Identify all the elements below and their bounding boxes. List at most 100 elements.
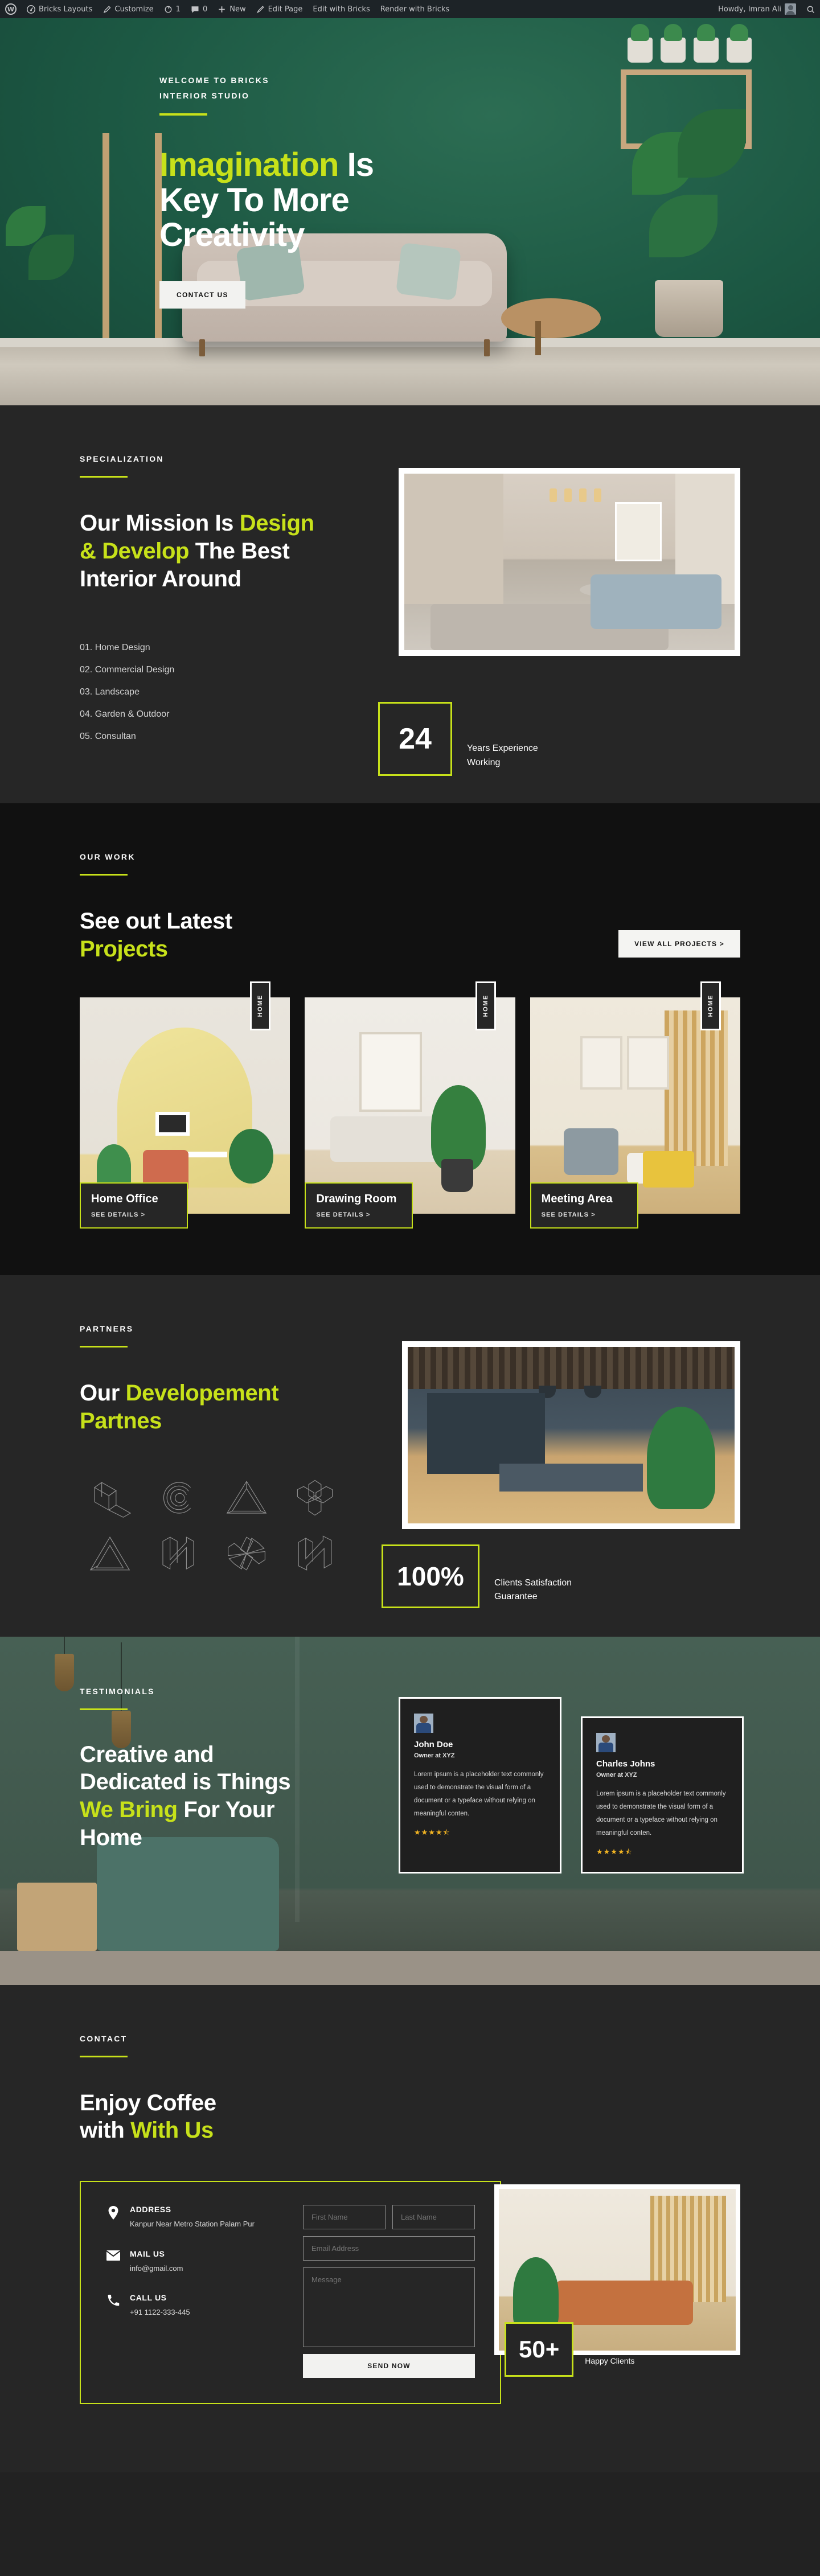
project-label[interactable]: Drawing Room SEE DETAILS >: [305, 1182, 413, 1229]
contact-us-button[interactable]: CONTACT US: [159, 281, 245, 309]
project-see-details-link[interactable]: SEE DETAILS >: [316, 1211, 399, 1218]
admin-bar-edit-with-bricks[interactable]: Edit with Bricks: [308, 0, 375, 18]
list-item[interactable]: 02. Commercial Design: [80, 665, 376, 675]
contact-body: ADDRESS Kanpur Near Metro Station Palam …: [80, 2181, 740, 2405]
hero-left-plant: [0, 195, 85, 343]
mission-eyebrow: SPECIALIZATION: [80, 454, 164, 463]
project-cards: HOME Home Office SEE DETAILS > HOME Draw…: [80, 981, 740, 1229]
admin-bar-bricks-layouts-label: Bricks Layouts: [39, 5, 93, 14]
hex-star-logo: [297, 1480, 333, 1515]
project-see-details-link[interactable]: SEE DETAILS >: [91, 1211, 174, 1218]
hero-heading-line3: Creativity: [159, 216, 305, 254]
years-experience-number: 24: [378, 702, 452, 777]
project-tag-label: HOME: [482, 995, 489, 1017]
admin-bar-render-with-bricks[interactable]: Render with Bricks: [375, 0, 454, 18]
contact-info-call: CALL US +91 1122-333-445: [106, 2293, 277, 2318]
contact-info-mail-label: MAIL US: [130, 2249, 165, 2258]
project-title: Meeting Area: [541, 1192, 613, 1205]
admin-bar-edit-page-label: Edit Page: [268, 5, 303, 14]
mission-media-column: 24 Years Experience Working: [378, 454, 740, 777]
contact-box: ADDRESS Kanpur Near Metro Station Palam …: [80, 2181, 501, 2405]
work-heading-line1: See out Latest: [80, 909, 232, 934]
partners-kitchen-image: [402, 1341, 740, 1529]
send-now-button[interactable]: SEND NOW: [303, 2354, 475, 2378]
contact-form[interactable]: SEND NOW: [303, 2205, 475, 2378]
contact-info-call-label: CALL US: [130, 2293, 167, 2303]
plus-icon: [219, 6, 225, 13]
admin-bar-edit-page[interactable]: Edit Page: [251, 0, 308, 18]
email-input[interactable]: [303, 2236, 475, 2261]
project-card[interactable]: HOME Meeting Area SEE DETAILS >: [530, 981, 740, 1229]
contact-info-call-value[interactable]: +91 1122-333-445: [130, 2307, 190, 2318]
testimonials-heading: Creative and Dedicated is Things We Brin…: [80, 1741, 330, 1852]
testimonial-role: Owner at XYZ: [414, 1752, 455, 1759]
hero-heading: Imagination Is Key To More Creativity: [159, 147, 524, 252]
work-eyebrow: OUR WORK: [80, 852, 136, 862]
avatar: [596, 1732, 616, 1752]
mission-heading-accent2: & Develop: [80, 538, 190, 564]
message-textarea[interactable]: [303, 2267, 475, 2348]
partners-eyebrow: PARTNERS: [80, 1324, 134, 1333]
years-experience-badge: 24 Years Experience Working: [378, 702, 547, 777]
contact-info-mail-value[interactable]: info@gmail.com: [130, 2263, 183, 2274]
hero-heading-rest: Is: [338, 146, 374, 184]
view-all-projects-button[interactable]: VIEW ALL PROJECTS >: [618, 930, 740, 958]
project-tag-label: HOME: [707, 995, 714, 1017]
testimonial-text: Lorem ipsum is a placeholder text common…: [596, 1790, 726, 1837]
iso-n-logo: [162, 1536, 194, 1570]
arrow-loop-logo: [93, 1481, 132, 1518]
project-card[interactable]: HOME Drawing Room SEE DETAILS >: [305, 981, 515, 1229]
specialization-list: 01. Home Design 02. Commercial Design 03…: [80, 643, 376, 742]
envelope-icon: [106, 2249, 121, 2274]
clients-satisfaction-badge: 100% Clients Satisfaction Guarantee: [382, 1544, 574, 1608]
hero-content: WELCOME TO BRICKS INTERIOR STUDIO Imagin…: [80, 18, 740, 309]
list-item[interactable]: 01. Home Design: [80, 643, 376, 653]
testimonial-cards: John Doe Owner at XYZ Lorem ipsum is a p…: [399, 1687, 744, 1874]
happy-clients-label: Happy Clients: [585, 2356, 635, 2366]
admin-bar-new[interactable]: New: [212, 0, 251, 18]
project-label[interactable]: Meeting Area SEE DETAILS >: [530, 1182, 638, 1229]
list-item[interactable]: 03. Landscape: [80, 687, 376, 697]
admin-bar-howdy[interactable]: Howdy, Imran Ali: [713, 0, 801, 18]
testimonials-text-column: TESTIMONIALS Creative and Dedicated is T…: [80, 1687, 399, 1874]
wp-admin-bar[interactable]: W Bricks Layouts Customize 1 0 New Edit …: [0, 0, 820, 18]
testimonial-star-rating: ★★★★⯪: [414, 1827, 450, 1837]
list-item[interactable]: 05. Consultan: [80, 732, 376, 742]
hero-eyebrow-line-2: INTERIOR STUDIO: [159, 91, 250, 100]
mission-room-image: [399, 468, 740, 656]
contact-heading-accent: With Us: [130, 2118, 214, 2143]
admin-bar-customize-label: Customize: [114, 5, 154, 14]
admin-bar-bricks-layouts[interactable]: Bricks Layouts: [22, 0, 97, 18]
spiral-c-logo: [163, 1482, 191, 1514]
pencil-icon: [256, 5, 264, 13]
admin-bar-revisions[interactable]: 1: [159, 0, 186, 18]
last-name-input[interactable]: [392, 2205, 475, 2230]
project-tag-label: HOME: [257, 995, 264, 1017]
contact-heading-line2a: with: [80, 2118, 131, 2143]
admin-bar-search-button[interactable]: [801, 0, 820, 18]
project-label[interactable]: Home Office SEE DETAILS >: [80, 1182, 188, 1229]
first-name-input[interactable]: [303, 2205, 386, 2230]
project-tag-badge: HOME: [250, 981, 271, 1030]
pinwheel-logo: [228, 1536, 265, 1571]
testimonials-eyebrow: TESTIMONIALS: [80, 1686, 155, 1696]
brush-icon: [104, 5, 111, 13]
avatar: [785, 3, 796, 15]
testimonial-role: Owner at XYZ: [596, 1771, 637, 1778]
admin-bar-comments[interactable]: 0: [186, 0, 212, 18]
revisions-icon: [165, 6, 172, 13]
mission-accent-rule: [80, 476, 128, 478]
project-see-details-link[interactable]: SEE DETAILS >: [542, 1211, 625, 1218]
admin-bar-customize[interactable]: Customize: [97, 0, 158, 18]
contact-accent-rule: [80, 2055, 128, 2057]
testimonial-text: Lorem ipsum is a placeholder text common…: [414, 1770, 544, 1817]
happy-clients-number: 50+: [505, 2322, 574, 2377]
mission-heading: Our Mission Is Design & Develop The Best…: [80, 510, 353, 593]
project-title: Drawing Room: [316, 1192, 397, 1205]
phone-icon: [106, 2293, 121, 2318]
wordpress-logo-button[interactable]: W: [0, 0, 22, 18]
testimonial-name: Charles Johns: [596, 1759, 655, 1769]
avatar: [414, 1713, 433, 1733]
list-item[interactable]: 04. Garden & Outdoor: [80, 709, 376, 720]
project-card[interactable]: HOME Home Office SEE DETAILS >: [80, 981, 290, 1229]
